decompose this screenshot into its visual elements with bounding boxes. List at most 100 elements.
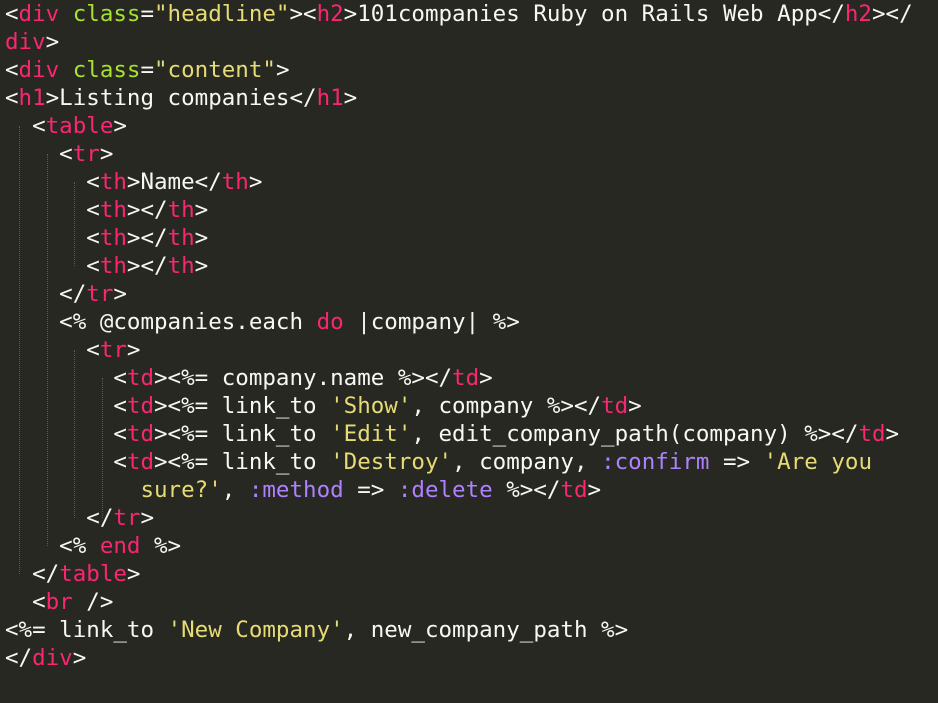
code-token: td xyxy=(126,421,155,447)
code-line[interactable]: <tr> xyxy=(5,140,113,168)
code-token: > xyxy=(194,197,209,223)
code-line[interactable]: <br /> xyxy=(5,588,113,616)
code-token: < xyxy=(5,85,19,111)
code-line[interactable]: <tr> xyxy=(5,336,140,364)
code-token: </ xyxy=(5,645,33,671)
code-token: > xyxy=(194,225,209,251)
code-token: <% xyxy=(5,533,100,559)
code-token: :method xyxy=(248,477,344,503)
code-token: %> xyxy=(140,533,182,559)
code-token: td xyxy=(452,365,480,391)
code-token: class xyxy=(72,1,141,27)
code-line[interactable]: <% end %> xyxy=(5,532,181,560)
code-line[interactable]: </tr> xyxy=(5,280,127,308)
code-token: > xyxy=(45,29,60,55)
code-token: , new_company_path %> xyxy=(343,617,629,643)
code-token: h1 xyxy=(18,85,46,111)
code-token: > xyxy=(126,561,141,587)
code-token: td xyxy=(858,421,886,447)
code-token: 'Are you xyxy=(763,449,872,475)
code-token: ><%= company.name %></ xyxy=(154,365,453,391)
code-token: < xyxy=(5,141,73,167)
code-line[interactable]: </tr> xyxy=(5,504,154,532)
code-token: > xyxy=(275,57,290,83)
code-token: td xyxy=(126,393,155,419)
code-token: div xyxy=(18,57,60,83)
code-token: > xyxy=(99,141,114,167)
code-token: th xyxy=(99,169,127,195)
code-line[interactable]: sure?', :method => :delete %></td> xyxy=(5,476,601,504)
code-token: , company, xyxy=(452,449,602,475)
code-token: sure?' xyxy=(140,477,222,503)
code-token: :delete xyxy=(397,477,493,503)
code-line[interactable]: <th></th> xyxy=(5,224,208,252)
code-token: table xyxy=(45,113,114,139)
code-token: < xyxy=(5,197,100,223)
code-line[interactable]: div> xyxy=(5,28,59,56)
code-line[interactable]: <% @companies.each do |company| %> xyxy=(5,308,520,336)
code-token: < xyxy=(5,393,127,419)
code-token: td xyxy=(601,393,629,419)
code-token: tr xyxy=(99,337,127,363)
code-token: td xyxy=(126,449,155,475)
code-token: <% @companies.each xyxy=(5,309,317,335)
code-token: th xyxy=(167,225,195,251)
code-token: div xyxy=(5,29,46,55)
code-token: ><%= link_to xyxy=(154,393,331,419)
code-line[interactable]: <div class="headline"><h2>101companies R… xyxy=(5,0,913,28)
code-token: >Listing companies</ xyxy=(45,85,317,111)
code-line[interactable]: <th></th> xyxy=(5,252,208,280)
code-token: </ xyxy=(5,505,114,531)
code-line[interactable]: <td><%= link_to 'Edit', edit_company_pat… xyxy=(5,420,899,448)
code-token: > xyxy=(628,393,642,419)
code-line[interactable]: <div class="content"> xyxy=(5,56,289,84)
code-token: do xyxy=(316,309,344,335)
code-line[interactable]: <th>Name</th> xyxy=(5,168,262,196)
code-line[interactable]: <%= link_to 'New Company', new_company_p… xyxy=(5,616,628,644)
code-token: > xyxy=(479,365,493,391)
code-line[interactable]: <td><%= link_to 'Destroy', company, :con… xyxy=(5,448,872,476)
code-token: > xyxy=(343,85,358,111)
code-token: => xyxy=(709,449,764,475)
code-token: >Name</ xyxy=(126,169,222,195)
code-token: td xyxy=(560,477,588,503)
code-token: > xyxy=(113,113,127,139)
code-token: , company %></ xyxy=(411,393,602,419)
code-token: tr xyxy=(72,141,100,167)
code-token: = xyxy=(140,57,155,83)
code-token: < xyxy=(5,449,127,475)
code-editor[interactable]: <div class="headline"><h2>101companies R… xyxy=(0,0,938,703)
code-token: |company| %> xyxy=(343,309,520,335)
code-token: th xyxy=(99,225,127,251)
code-line[interactable]: <table> xyxy=(5,112,127,140)
code-token: ></ xyxy=(871,1,913,27)
code-token: </ xyxy=(5,281,87,307)
code-token: < xyxy=(5,169,100,195)
code-line[interactable]: <td><%= company.name %></td> xyxy=(5,364,493,392)
code-token: ></ xyxy=(126,197,168,223)
code-token: < xyxy=(5,337,100,363)
code-line[interactable]: <h1>Listing companies</h1> xyxy=(5,84,357,112)
code-token: = xyxy=(140,1,155,27)
code-token: 'Destroy' xyxy=(330,449,453,475)
code-token: h1 xyxy=(316,85,344,111)
code-token: ></ xyxy=(126,225,168,251)
code-token: < xyxy=(5,421,127,447)
code-token: </ xyxy=(5,561,60,587)
code-token: > xyxy=(248,169,263,195)
code-token: , xyxy=(221,477,249,503)
code-token: < xyxy=(5,57,19,83)
code-token: br xyxy=(45,589,73,615)
code-line[interactable]: <th></th> xyxy=(5,196,208,224)
code-token: th xyxy=(221,169,249,195)
code-line[interactable]: </div> xyxy=(5,644,86,672)
code-token: ><%= link_to xyxy=(154,421,331,447)
code-token: , edit_company_path(company) %></ xyxy=(411,421,859,447)
code-line[interactable]: <td><%= link_to 'Show', company %></td> xyxy=(5,392,642,420)
code-token: >< xyxy=(289,1,317,27)
code-token: > xyxy=(194,253,209,279)
code-token: div xyxy=(18,1,60,27)
code-line[interactable]: </table> xyxy=(5,560,140,588)
